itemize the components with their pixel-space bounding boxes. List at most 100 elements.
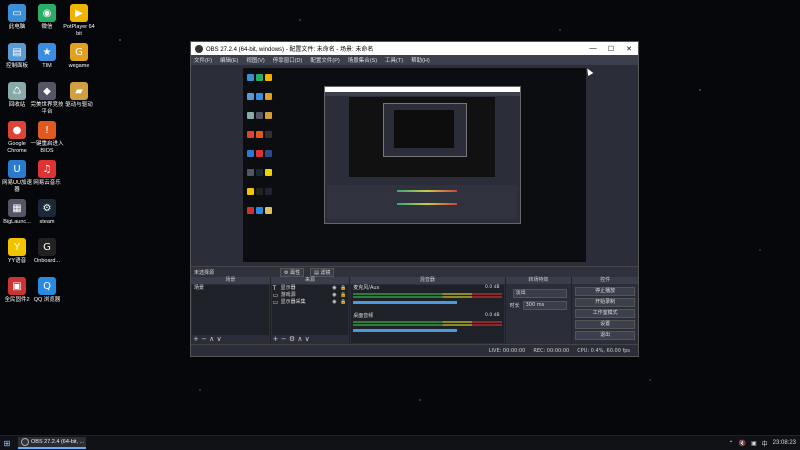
desktop-icon-label: 网易UU加速器 [2, 180, 32, 193]
lock-icon[interactable]: 🔒 [340, 285, 348, 292]
menu-help[interactable]: 帮助(H) [411, 56, 430, 64]
desktop-icon-label: 驱动与驱动 [65, 102, 93, 108]
channel-db: 0.0 dB [485, 313, 500, 318]
scene-item[interactable]: 场景 [192, 285, 269, 292]
controls-dock: 控件 停止播放 开始录制 工作室模式 设置 退出 [572, 277, 638, 344]
desktop-icon[interactable]: ▦ BigLaunc... [0, 199, 34, 226]
studio-mode-button[interactable]: 工作室模式 [575, 309, 635, 318]
desktop-icon[interactable]: U 网易UU加速器 [0, 160, 34, 194]
scenes-controls[interactable]: + − ∧ ∨ [191, 335, 270, 344]
desktop-icon[interactable]: Gwegame [62, 43, 96, 70]
preview-mini-icon [256, 74, 263, 81]
desktop-icon[interactable]: ★ TIM [30, 43, 64, 70]
lock-icon[interactable]: 🔒 [340, 292, 348, 299]
volume-fader[interactable] [353, 329, 458, 332]
source-toolbar: 未选择源 ⚙ 属性 ▤ 滤镜 [191, 266, 638, 277]
menu-edit[interactable]: 编辑(E) [220, 56, 238, 64]
app-icon: ▶ [70, 4, 88, 22]
desktop-icon-label: Onboard... [34, 258, 60, 264]
network-icon[interactable]: ▣ [751, 440, 757, 447]
preview-screen[interactable] [243, 68, 586, 262]
preview-mini-icon [247, 207, 254, 214]
sources-controls[interactable]: + − ⚙ ∧ ∨ [271, 335, 350, 344]
cpu-status: CPU: 0.4%, 60.00 fps [577, 347, 630, 354]
source-item[interactable]: ▭ 游戏源 ◉ 🔒 [272, 292, 349, 299]
source-item[interactable]: T 显示器 ◉ 🔒 [272, 285, 349, 292]
desktop-icon[interactable]: ♫ 网易云音乐 [30, 160, 64, 187]
volume-meter [353, 321, 502, 323]
tray-overflow-icon[interactable]: ⌃ [728, 440, 733, 447]
desktop-icon[interactable]: Q QQ 浏览器 [30, 277, 64, 304]
transition-select[interactable]: 淡出 [512, 289, 568, 298]
menu-tools[interactable]: 工具(T) [385, 56, 403, 64]
desktop-icon[interactable]: Y YY语音 [0, 238, 34, 265]
desktop-icon[interactable]: ● Google Chrome [0, 121, 34, 155]
taskbar-obs-label: OBS 27.2.4 (64-bit, ... [31, 439, 85, 445]
volume-icon[interactable]: 🔇 [738, 440, 745, 447]
desktop-icon[interactable]: ▰ 驱动与驱动 [62, 82, 96, 109]
preview-mini-icon [256, 150, 263, 157]
preview-mini-icon [247, 74, 254, 81]
desktop-icon[interactable]: ⚙ steam [30, 199, 64, 226]
start-recording-button[interactable]: 开始录制 [575, 298, 635, 307]
preview-mini-icon [247, 131, 254, 138]
desktop-icon-label: 控制面板 [5, 63, 28, 69]
taskbar-obs-button[interactable]: OBS 27.2.4 (64-bit, ... [18, 437, 86, 449]
desktop-icon[interactable]: ▶ PotPlayer 64 bit [62, 4, 96, 38]
close-button[interactable]: ✕ [620, 45, 638, 53]
menu-docks[interactable]: 停靠窗口(D) [273, 56, 303, 64]
source-item[interactable]: ▭ 显示器采集 ◉ 🔒 [272, 299, 349, 306]
maximize-button[interactable]: ☐ [602, 45, 620, 53]
scenes-list[interactable]: 场景 [192, 285, 269, 335]
clock[interactable]: 23:08:23 [773, 440, 796, 446]
game-source-icon: ▭ [272, 292, 279, 299]
desktop-icon[interactable]: ▣ 全民固件2 [0, 277, 34, 304]
menu-view[interactable]: 视图(V) [246, 56, 264, 64]
source-name: 游戏源 [280, 292, 296, 298]
properties-label: 属性 [290, 269, 301, 276]
preview-mini-icon [265, 150, 272, 157]
obs-statusbar: LIVE: 00:00:00 REC: 00:00:00 CPU: 0.4%, … [191, 344, 638, 356]
rec-status: REC: 00:00:00 [533, 347, 570, 354]
lock-icon[interactable]: 🔒 [340, 299, 348, 306]
nested-preview-inner [394, 110, 454, 148]
nested-docks [327, 185, 517, 219]
desktop-icon[interactable]: ▤ 控制面板 [0, 43, 34, 70]
menu-profile[interactable]: 配置文件(P) [310, 56, 339, 64]
preview-area[interactable] [191, 66, 638, 266]
menu-scene-collection[interactable]: 场景集合(S) [348, 56, 377, 64]
properties-button[interactable]: ⚙ 属性 [280, 267, 305, 277]
desktop-icon[interactable]: ! 一键重启进入BIOS [30, 121, 64, 155]
obs-window[interactable]: OBS 27.2.4 (64-bit, windows) - 配置文件: 未命名… [190, 41, 639, 357]
desktop-icon[interactable]: G Onboard... [30, 238, 64, 265]
obs-titlebar[interactable]: OBS 27.2.4 (64-bit, windows) - 配置文件: 未命名… [191, 42, 638, 55]
sources-list[interactable]: T 显示器 ◉ 🔒 ▭ 游戏源 ◉ 🔒 ▭ 显示器采集 ◉ 🔒 [271, 285, 349, 335]
desktop-icon[interactable]: ◆ 完美世界竞技平台 [30, 82, 64, 116]
app-icon: ★ [38, 43, 56, 61]
mixer-body: 麦克风/Aux 0.0 dB 桌面音频 0.0 dB [351, 285, 504, 343]
volume-fader[interactable] [353, 301, 458, 304]
nested-preview [349, 97, 495, 177]
preview-mini-icon [265, 169, 272, 176]
exit-button[interactable]: 退出 [575, 331, 635, 340]
duration-row: 时长 300 ms [510, 301, 568, 310]
eye-icon[interactable]: ◉ [332, 292, 340, 299]
ime-icon[interactable]: 中 [762, 439, 768, 448]
eye-icon[interactable]: ◉ [332, 285, 340, 292]
duration-input[interactable]: 300 ms [522, 301, 568, 310]
eye-icon[interactable]: ◉ [332, 299, 340, 306]
filters-button[interactable]: ▤ 滤镜 [310, 267, 335, 277]
live-status: LIVE: 00:00:00 [488, 347, 526, 354]
minimize-button[interactable]: — [584, 45, 602, 52]
settings-button[interactable]: 设置 [575, 320, 635, 329]
start-button[interactable]: ⊞ [0, 436, 14, 450]
obs-title: OBS 27.2.4 (64-bit, windows) - 配置文件: 未命名… [206, 47, 374, 53]
no-source-label: 未选择源 [194, 269, 215, 276]
desktop-icon[interactable]: ▭ 此电脑 [0, 4, 34, 31]
stop-stream-button[interactable]: 停止播放 [575, 287, 635, 296]
taskbar: ⊞ OBS 27.2.4 (64-bit, ... ⌃ 🔇 ▣ 中 23:08:… [0, 435, 800, 450]
desktop-icon[interactable]: ◉ 微信 [30, 4, 64, 31]
menu-file[interactable]: 文件(F) [194, 56, 212, 64]
mixer-channel: 桌面音频 0.0 dB [351, 313, 503, 341]
desktop-icon[interactable]: ♺ 回收站 [0, 82, 34, 109]
